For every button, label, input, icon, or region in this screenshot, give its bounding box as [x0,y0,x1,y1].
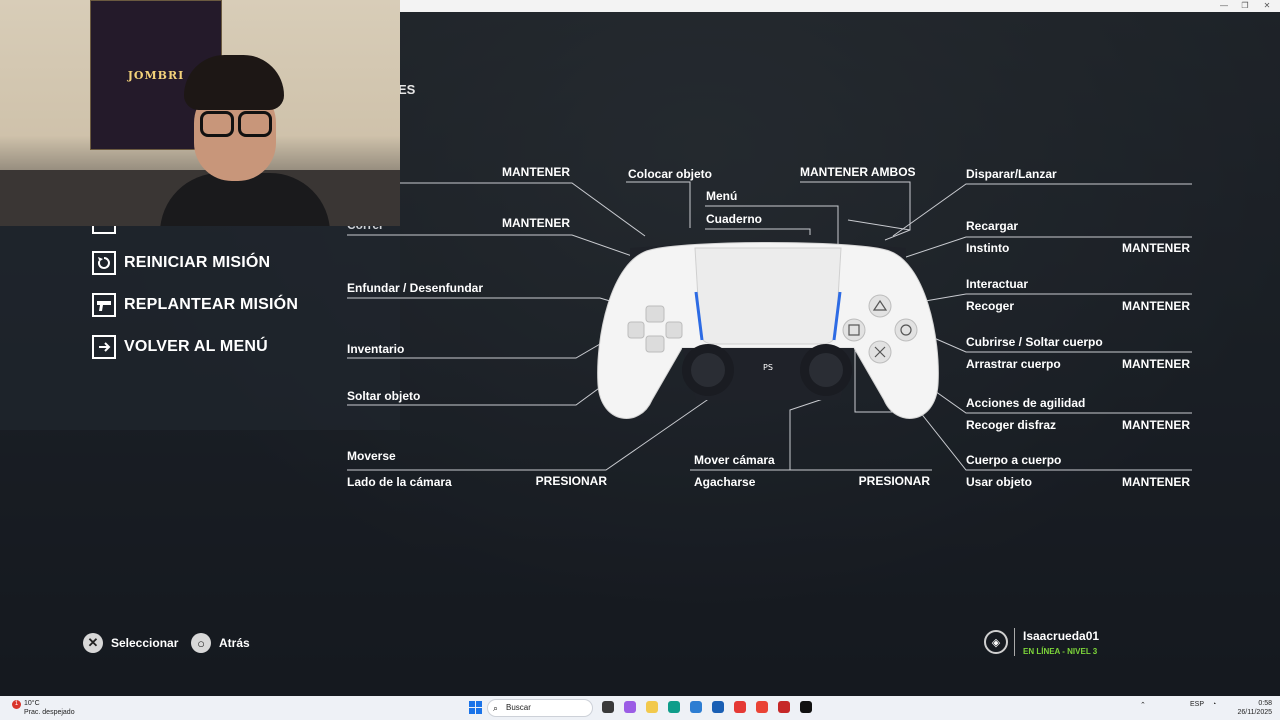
app-icon[interactable] [778,701,790,713]
file-explorer-icon[interactable] [646,701,658,713]
agility-label: Acciones de agilidad [966,396,1086,410]
store-icon[interactable] [690,701,702,713]
hold-label: MANTENER [1122,418,1190,432]
hold-label: MANTENER [502,165,570,179]
time: 0:58 [1258,700,1272,707]
inventory-label: Inventario [347,342,405,356]
webcam-overlay: JOMBRI [0,0,400,226]
hold-label: MANTENER [1122,241,1190,255]
player-profile: ◈ Isaacrueda01 EN LÍNEA - NIVEL 3 [984,628,1099,656]
username: Isaacrueda01 [1023,628,1100,643]
move-camera-label: Mover cámara [694,453,775,467]
windows-start-icon[interactable] [469,701,482,714]
cover-label: Cubrirse / Soltar cuerpo [966,335,1103,349]
select-button[interactable]: ✕ Seleccionar [83,633,178,653]
weather-widget[interactable]: 10°C Prac. despejado [24,699,75,717]
search-box[interactable]: ⌕ Buscar [487,699,593,717]
hold-label: MANTENER [1122,299,1190,313]
back-label: Atrás [219,636,250,650]
melee-label: Cuerpo a cuerpo [966,453,1062,467]
drop-item-label: Soltar objeto [347,389,421,403]
move-label: Moverse [347,449,396,463]
drag-body-label: Arrastrar cuerpo [966,357,1061,371]
taskbar: 1 10°C Prac. despejado ⌕ Buscar ⌃ ESP ◔ … [0,696,1280,720]
camera-side-label: Lado de la cámara [347,475,452,489]
touchpad [694,247,842,345]
weather-text: Prac. despejado [24,709,75,716]
task-view-icon[interactable] [602,701,614,713]
circle-button-icon: ○ [191,633,211,653]
notification-badge: 1 [12,700,21,709]
svg-text:PS: PS [763,363,773,372]
shoot-label: Disparar/Lanzar [966,167,1057,181]
streamer-person [160,55,330,226]
holster-label: Enfundar / Desenfundar [347,281,484,295]
clock[interactable]: 0:58 26/11/2025 [1232,699,1272,717]
reload-label: Recargar [966,219,1019,233]
menu-label: Menú [706,189,738,203]
game-app-icon[interactable] [800,701,812,713]
tray-chevron-icon[interactable]: ⌃ [1140,701,1146,709]
press-label: PRESIONAR [535,474,607,488]
back-button[interactable]: ○ Atrás [191,633,250,653]
search-placeholder: Buscar [506,703,531,712]
search-icon: ⌕ [493,703,499,713]
language-indicator[interactable]: ESP [1190,701,1204,708]
pick-up-label: Recoger [966,299,1015,313]
select-label: Seleccionar [111,636,179,650]
crouch-label: Agacharse [694,475,756,489]
instinct-label: Instinto [966,241,1010,255]
copilot-icon[interactable] [624,701,636,713]
profile-emblem-icon: ◈ [984,630,1008,654]
place-item-label: Colocar objeto [628,167,713,181]
temperature: 10°C [24,700,40,707]
mail-icon[interactable] [712,701,724,713]
pick-disguise-label: Recoger disfraz [966,418,1057,432]
date: 26/11/2025 [1237,709,1272,716]
edge-icon[interactable] [668,701,680,713]
youtube-icon[interactable] [734,701,746,713]
hold-label: MANTENER [1122,475,1190,489]
hold-label: MANTENER [1122,357,1190,371]
online-status: EN LÍNEA - NIVEL 3 [1023,646,1098,656]
wifi-icon[interactable]: ◔ [1212,701,1216,708]
use-item-label: Usar objeto [966,475,1033,489]
hold-label: MANTENER [502,216,570,230]
chrome-icon[interactable] [756,701,768,713]
notebook-label: Cuaderno [706,212,763,226]
hold-both-label: MANTENER AMBOS [800,165,916,179]
cross-button-icon: ✕ [83,633,103,653]
interact-label: Interactuar [966,277,1029,291]
controller-illustration: PS [597,242,939,419]
press-label: PRESIONAR [858,474,930,488]
